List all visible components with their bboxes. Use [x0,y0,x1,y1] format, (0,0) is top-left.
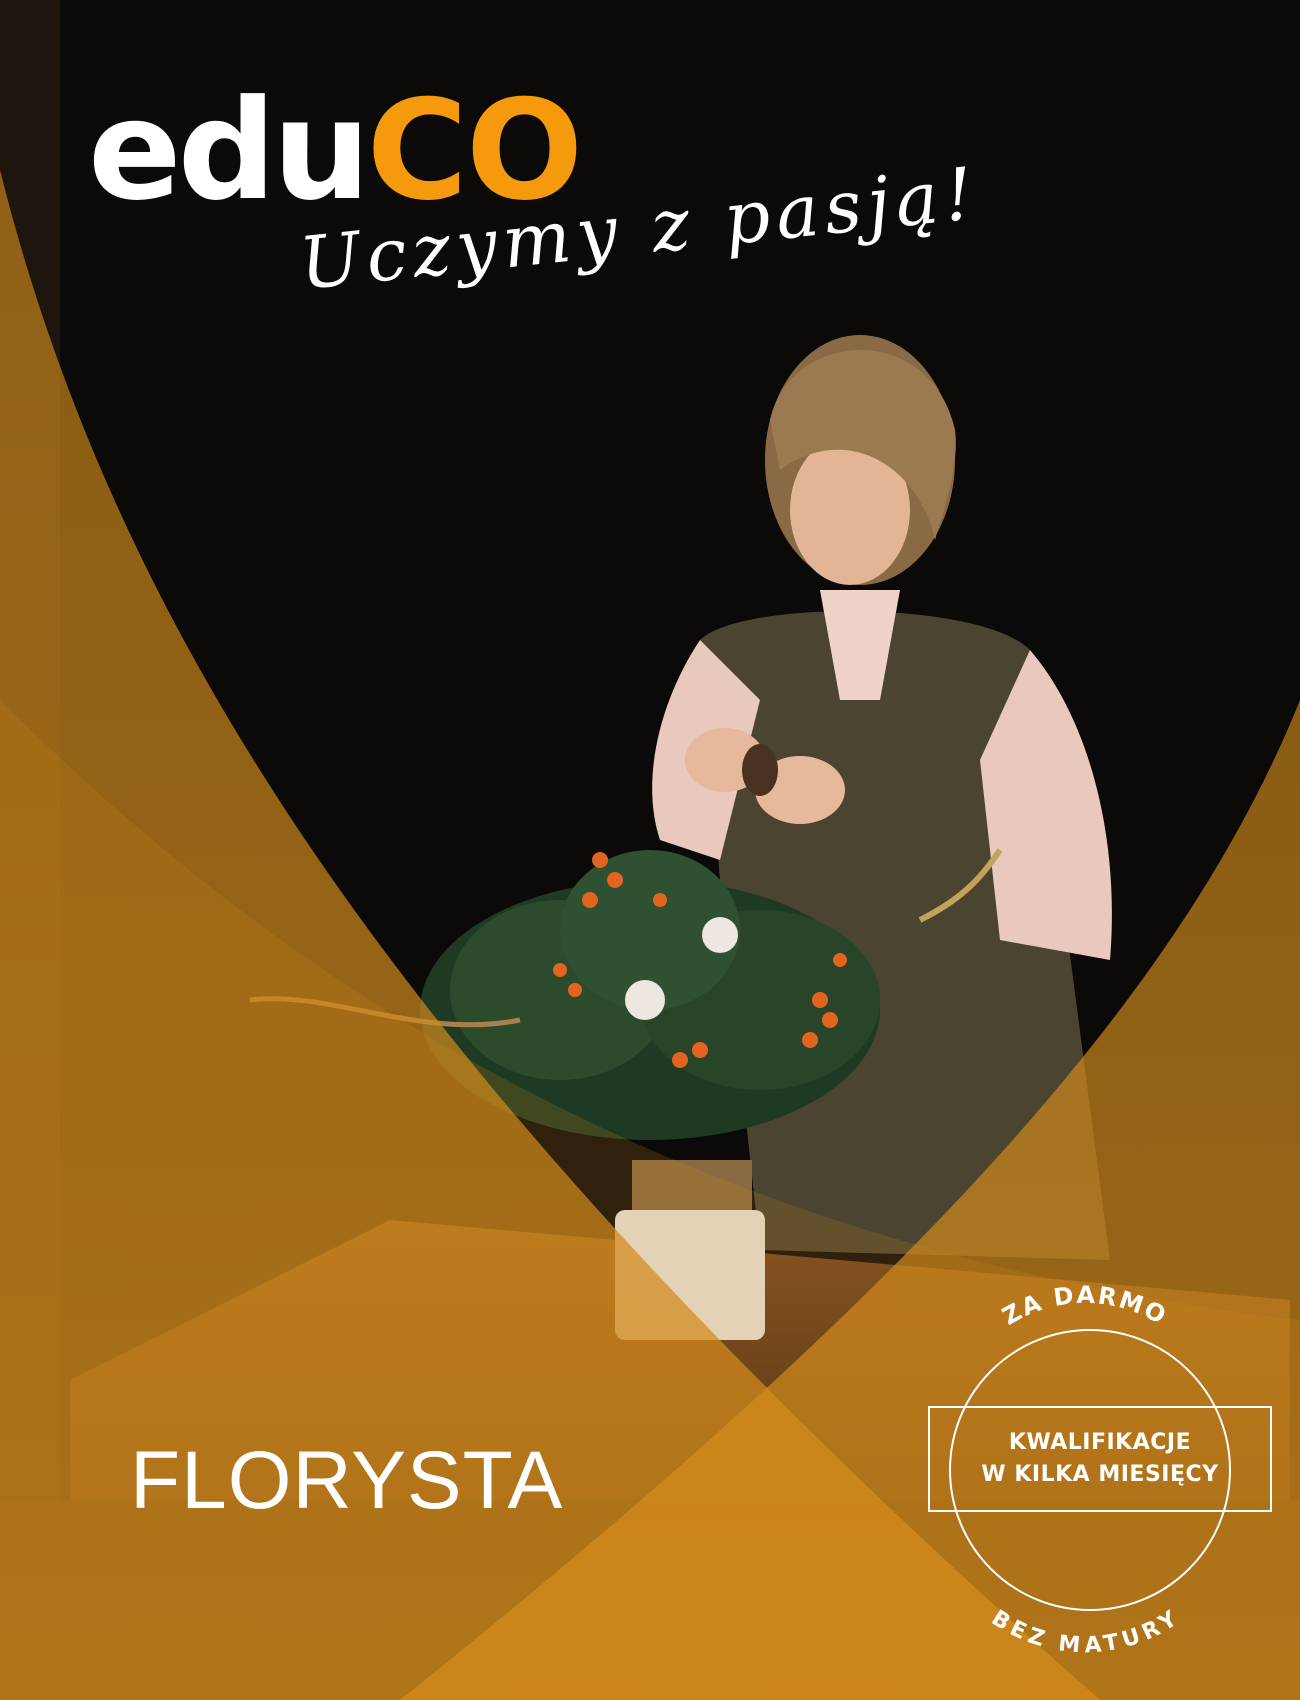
page-title: FLORYSTA [130,1435,564,1526]
badge-line-1: KWALIFIKACJE [1008,1430,1192,1456]
svg-text:BEZ MATURY: BEZ MATURY [987,1606,1183,1659]
flyer: eduCO Uczymy z pasją! FLORYSTA ZA DARMO … [0,0,1300,1700]
badge-line-2: W KILKA MIESIĘCY [981,1462,1219,1487]
badge-bottom-text: BEZ MATURY [987,1606,1181,1659]
svg-text:ZA DARMO: ZA DARMO [998,1281,1172,1331]
badge-box: KWALIFIKACJE W KILKA MIESIĘCY [928,1406,1272,1512]
offer-badge: ZA DARMO BEZ MATURY KWALIFIKACJE W KILKA… [900,1240,1280,1660]
badge-top-text: ZA DARMO [998,1281,1170,1331]
logo-edu: edu [88,70,371,231]
